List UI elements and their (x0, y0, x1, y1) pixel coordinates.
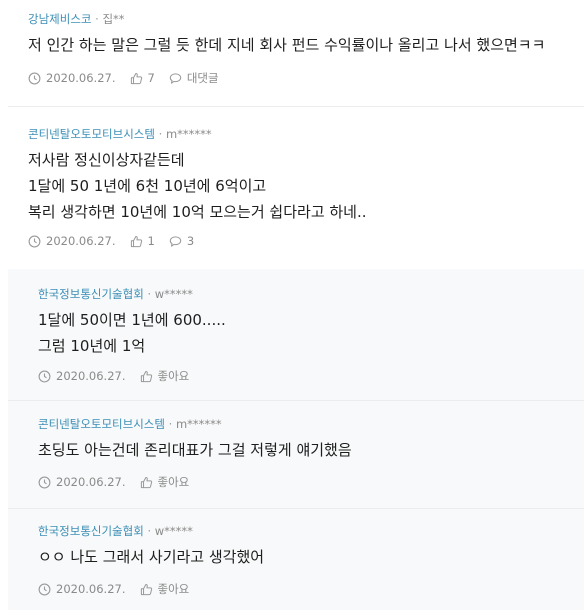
comment-date: 2020.06.27. (38, 368, 126, 384)
comment-footer: 2020.06.27. 1 3 (28, 233, 208, 249)
reply-comment: 한국정보통신기술협회 · w***** ㅇㅇ 나도 그래서 사기라고 생각했어 … (8, 509, 584, 610)
comment-body: 초딩도 아는건데 존리대표가 그걸 저렇게 얘기했음 (38, 437, 352, 463)
date-text: 2020.06.27. (46, 71, 116, 85)
like-button[interactable]: 좋아요 (140, 368, 190, 384)
author-separator: · (164, 417, 176, 431)
like-button[interactable]: 7 (130, 70, 155, 86)
comment-line: 저 인간 하는 말은 그럴 듯 한데 지네 회사 펀드 수익률이나 올리고 나서… (28, 36, 546, 54)
comment-footer: 2020.06.27. 좋아요 (38, 474, 203, 490)
comment-date: 2020.06.27. (38, 581, 126, 597)
date-text: 2020.06.27. (56, 475, 126, 489)
thumbs-up-icon (130, 235, 142, 247)
comment-body: 저사람 정신이상자같든데 1달에 50 1년에 6천 10년에 6억이고 복리 … (28, 147, 367, 225)
author-user: w***** (154, 287, 193, 301)
author-user: m****** (175, 417, 222, 431)
thumbs-up-icon (140, 583, 152, 595)
like-button[interactable]: 좋아요 (140, 474, 190, 490)
reply-count: 3 (186, 234, 195, 248)
comment-line: 저사람 정신이상자같든데 (28, 151, 185, 169)
author-org[interactable]: 한국정보통신기술협회 (38, 524, 144, 538)
author-separator: · (143, 524, 155, 538)
comment-date: 2020.06.27. (28, 70, 116, 86)
date-text: 2020.06.27. (56, 369, 126, 383)
comment-author: 한국정보통신기술협회 · w***** (38, 523, 193, 539)
reply-comment: 콘티넨탈오토모티브시스템 · m****** 초딩도 아는건데 존리대표가 그걸… (8, 401, 584, 508)
comment-footer: 2020.06.27. 좋아요 (38, 368, 203, 384)
comment-author: 한국정보통신기술협회 · w***** (38, 286, 193, 302)
clock-icon (38, 370, 51, 382)
comment-date: 2020.06.27. (28, 233, 116, 249)
clock-icon (38, 583, 51, 595)
comment-footer: 2020.06.27. 좋아요 (38, 581, 203, 597)
like-label: 좋아요 (157, 582, 190, 596)
comment-list: 강남제비스코 · 집** 저 인간 하는 말은 그럴 듯 한데 지네 회사 펀드… (0, 0, 584, 610)
author-separator: · (143, 287, 155, 301)
like-label: 좋아요 (157, 369, 190, 383)
comment-body: 1달에 50이면 1년에 600..... 그럼 10년에 1억 (38, 307, 226, 359)
reply-comment: 한국정보통신기술협회 · w***** 1달에 50이면 1년에 600....… (8, 269, 584, 400)
comment-date: 2020.06.27. (38, 474, 126, 490)
comment-line: 1달에 50 1년에 6천 10년에 6억이고 (28, 177, 267, 195)
comment-author: 강남제비스코 · 집** (28, 11, 125, 27)
author-org[interactable]: 한국정보통신기술협회 (38, 287, 144, 301)
like-count: 7 (147, 71, 155, 85)
comment-line: 1달에 50이면 1년에 600..... (38, 311, 226, 329)
author-user: m****** (165, 127, 212, 141)
author-separator: · (91, 12, 103, 26)
clock-icon (38, 476, 51, 488)
author-separator: · (154, 127, 166, 141)
comment-body: 저 인간 하는 말은 그럴 듯 한데 지네 회사 펀드 수익률이나 올리고 나서… (28, 32, 545, 58)
like-button[interactable]: 1 (130, 233, 155, 249)
clock-icon (28, 72, 41, 84)
thumbs-up-icon (140, 476, 152, 488)
comment-line: ㅇㅇ 나도 그래서 사기라고 생각했어 (38, 548, 265, 566)
like-count: 1 (147, 234, 155, 248)
comment: 콘티넨탈오토모티브시스템 · m****** 저사람 정신이상자같든데 1달에 … (8, 107, 584, 269)
comment-line: 초딩도 아는건데 존리대표가 그걸 저렇게 얘기했음 (38, 441, 352, 459)
author-user: w***** (154, 524, 193, 538)
author-user: 집** (102, 12, 125, 26)
thumbs-up-icon (140, 370, 152, 382)
comment-author: 콘티넨탈오토모티브시스템 · m****** (38, 416, 222, 432)
clock-icon (28, 235, 41, 247)
comment-body: ㅇㅇ 나도 그래서 사기라고 생각했어 (38, 544, 264, 570)
comment: 강남제비스코 · 집** 저 인간 하는 말은 그럴 듯 한데 지네 회사 펀드… (8, 0, 584, 106)
comment-line: 복리 생각하면 10년에 10억 모으는거 쉽다라고 하네.. (28, 203, 367, 221)
author-org[interactable]: 콘티넨탈오토모티브시스템 (38, 417, 165, 431)
like-label: 좋아요 (157, 475, 190, 489)
reply-button[interactable]: 대댓글 (169, 70, 219, 86)
reply-button[interactable]: 3 (169, 233, 194, 249)
comment-author: 콘티넨탈오토모티브시스템 · m****** (28, 126, 212, 142)
thumbs-up-icon (130, 72, 142, 84)
comment-footer: 2020.06.27. 7 대댓글 (28, 70, 233, 86)
author-org[interactable]: 강남제비스코 (28, 12, 91, 26)
like-button[interactable]: 좋아요 (140, 581, 190, 597)
author-org[interactable]: 콘티넨탈오토모티브시스템 (28, 127, 155, 141)
date-text: 2020.06.27. (46, 234, 116, 248)
comment-line: 그럼 10년에 1억 (38, 337, 146, 355)
speech-bubble-icon (169, 72, 182, 84)
reply-label: 대댓글 (186, 71, 219, 85)
speech-bubble-icon (169, 235, 182, 247)
date-text: 2020.06.27. (56, 582, 126, 596)
